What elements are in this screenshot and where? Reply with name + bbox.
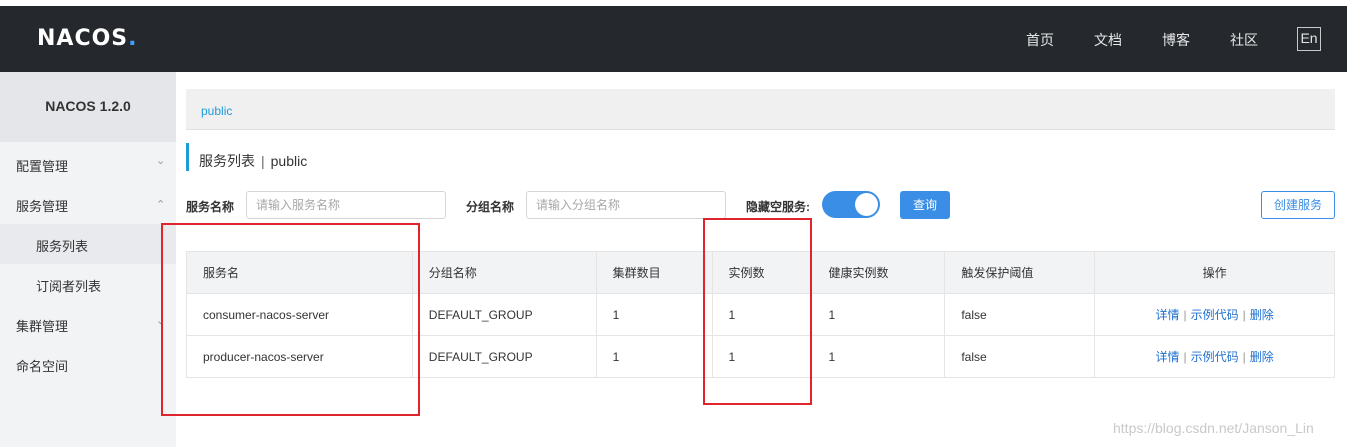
sidebar-header: NACOS 1.2.0 <box>0 72 176 142</box>
sidebar-item-label: 订阅者列表 <box>36 279 102 294</box>
detail-link[interactable]: 详情 <box>1155 350 1179 364</box>
cell-group-name: DEFAULT_GROUP <box>411 335 597 378</box>
title-accent-bar <box>186 143 189 171</box>
breadcrumb: public <box>186 89 1335 130</box>
query-button[interactable]: 查询 <box>900 191 950 219</box>
version-label: NACOS 1.2.0 <box>45 98 131 114</box>
sample-code-link[interactable]: 示例代码 <box>1191 308 1239 322</box>
nav-blog-link[interactable]: 博客 <box>1162 30 1190 50</box>
toggle-knob <box>855 193 878 216</box>
cell-protect-threshold: false <box>944 335 1096 378</box>
page-title: 服务列表 | public <box>199 151 307 171</box>
column-header-actions: 操作 <box>1094 251 1335 294</box>
sidebar: NACOS 1.2.0 配置管理 ⌄ 服务管理 ⌃ 服务列表 订阅者列表 集群管… <box>0 72 176 447</box>
chevron-up-icon: ⌃ <box>156 199 166 211</box>
breadcrumb-namespace-link[interactable]: public <box>201 104 232 118</box>
chevron-down-icon: ⌄ <box>156 155 166 167</box>
page-title-namespace: public <box>270 153 308 169</box>
service-name-label: 服务名称 <box>186 200 235 214</box>
action-separator: | <box>1183 308 1187 322</box>
detail-link[interactable]: 详情 <box>1155 308 1179 322</box>
sample-code-link[interactable]: 示例代码 <box>1191 350 1239 364</box>
watermark: https://blog.csdn.net/Janson_Lin <box>1113 420 1314 436</box>
top-navbar: NACOS. 首页 文档 博客 社区 En <box>0 6 1347 72</box>
delete-link[interactable]: 删除 <box>1250 350 1274 364</box>
sidebar-item-cluster-management[interactable]: 集群管理 ⌄ <box>0 304 176 344</box>
action-separator: | <box>1242 350 1246 364</box>
sidebar-item-label: 服务列表 <box>36 239 89 254</box>
cell-healthy-instances: 1 <box>811 293 946 336</box>
nav-docs-link[interactable]: 文档 <box>1094 30 1122 50</box>
cell-protect-threshold: false <box>944 293 1096 336</box>
sidebar-item-service-list[interactable]: 服务列表 <box>0 224 176 264</box>
language-switch-button[interactable]: En <box>1297 27 1321 51</box>
annotation-highlight-instance-count <box>703 218 812 405</box>
nacos-logo[interactable]: NACOS. <box>37 26 138 51</box>
sidebar-item-label: 命名空间 <box>16 359 69 374</box>
hide-empty-services-toggle[interactable] <box>822 191 880 218</box>
cell-actions: 详情 | 示例代码 | 删除 <box>1094 335 1335 378</box>
sidebar-item-namespace[interactable]: 命名空间 <box>0 344 176 384</box>
group-name-input[interactable] <box>526 191 726 219</box>
cell-healthy-instances: 1 <box>811 335 946 378</box>
sidebar-item-service-management[interactable]: 服务管理 ⌃ <box>0 184 176 224</box>
sidebar-item-label: 配置管理 <box>16 159 69 174</box>
cell-actions: 详情 | 示例代码 | 删除 <box>1094 293 1335 336</box>
cell-cluster-count: 1 <box>595 293 713 336</box>
create-service-button[interactable]: 创建服务 <box>1261 191 1335 219</box>
annotation-highlight-service-names <box>161 223 420 416</box>
column-header-cluster-count[interactable]: 集群数目 <box>595 251 713 294</box>
nav-home-link[interactable]: 首页 <box>1026 30 1054 50</box>
sidebar-item-config-management[interactable]: 配置管理 ⌄ <box>0 144 176 184</box>
delete-link[interactable]: 删除 <box>1250 308 1274 322</box>
nav-community-link[interactable]: 社区 <box>1230 30 1258 50</box>
page-title-text: 服务列表 <box>199 153 255 169</box>
column-header-healthy-instances[interactable]: 健康实例数 <box>811 251 946 294</box>
group-name-label: 分组名称 <box>466 200 515 214</box>
title-separator: | <box>261 153 265 169</box>
sidebar-item-label: 集群管理 <box>16 319 69 334</box>
cell-group-name: DEFAULT_GROUP <box>411 293 597 336</box>
column-header-group-name[interactable]: 分组名称 <box>411 251 597 294</box>
action-separator: | <box>1242 308 1246 322</box>
hide-empty-services-label: 隐藏空服务: <box>746 200 810 214</box>
column-header-protect-threshold[interactable]: 触发保护阈值 <box>944 251 1096 294</box>
action-separator: | <box>1183 350 1187 364</box>
service-name-input[interactable] <box>246 191 446 219</box>
cell-cluster-count: 1 <box>595 335 713 378</box>
sidebar-item-subscriber-list[interactable]: 订阅者列表 <box>0 264 176 304</box>
sidebar-item-label: 服务管理 <box>16 199 69 214</box>
